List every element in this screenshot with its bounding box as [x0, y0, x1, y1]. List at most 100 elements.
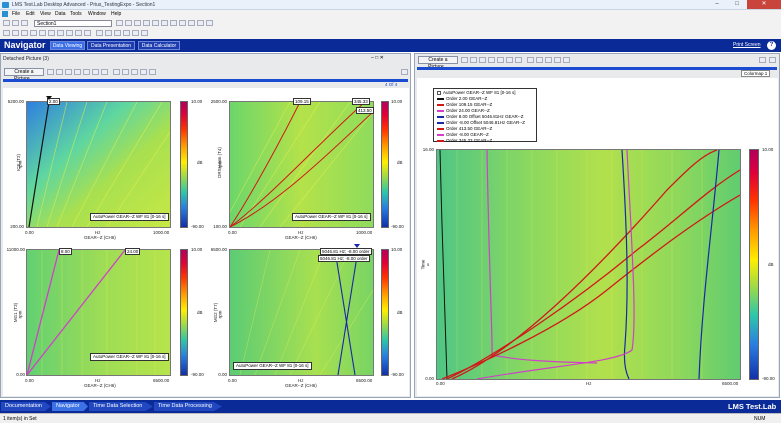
- tool-f-icon[interactable]: [48, 30, 55, 36]
- tool-l-icon[interactable]: [105, 30, 112, 36]
- rpic-tool-9-icon[interactable]: [536, 57, 543, 63]
- delete-icon[interactable]: [134, 20, 141, 26]
- legend-label: Order -8.00 GEAR--Z: [446, 132, 489, 137]
- print-icon[interactable]: [179, 20, 186, 26]
- close-window-button[interactable]: ✕: [747, 0, 781, 9]
- cursor-marker-icon[interactable]: [354, 244, 360, 248]
- spectrogram-drsh[interactable]: [229, 101, 374, 228]
- spectrogram-time[interactable]: [436, 149, 741, 380]
- cursor-tag-drsh-3[interactable]: 413.50: [356, 107, 374, 114]
- left-panel-window-controls[interactable]: – □ ✕: [371, 55, 384, 61]
- menu-edit[interactable]: Edit: [26, 11, 35, 17]
- tool-c-icon[interactable]: [21, 30, 28, 36]
- menu-file[interactable]: File: [12, 11, 20, 17]
- menu-help[interactable]: Help: [111, 11, 121, 17]
- cursor-tag-mg1-2[interactable]: 24.00: [125, 248, 141, 255]
- workflow-step-time-data-selection[interactable]: Time Data Selection: [89, 402, 153, 411]
- properties-icon[interactable]: [152, 20, 159, 26]
- tool-n-icon[interactable]: [123, 30, 130, 36]
- tool-a-icon[interactable]: [3, 30, 10, 36]
- legend-row[interactable]: Order 345.33 GEAR--Z: [437, 138, 492, 144]
- save-icon[interactable]: [21, 20, 28, 26]
- rpic-tool-8-icon[interactable]: [527, 57, 534, 63]
- tool-j-icon[interactable]: [84, 30, 91, 36]
- rpic-tool-2-icon[interactable]: [470, 57, 477, 63]
- rpic-tool-10-icon[interactable]: [545, 57, 552, 63]
- menu-tools[interactable]: Tools: [70, 11, 82, 17]
- rpic-tool-5-icon[interactable]: [497, 57, 504, 63]
- zoom-icon[interactable]: [197, 20, 204, 26]
- pic-tool-6-icon[interactable]: [92, 69, 99, 75]
- rpic-tool-12-icon[interactable]: [563, 57, 570, 63]
- rpic-tool-4-icon[interactable]: [488, 57, 495, 63]
- minimize-button[interactable]: –: [707, 0, 727, 9]
- tool-i-icon[interactable]: [75, 30, 82, 36]
- cursor-tag-drsh-1[interactable]: 109.15: [293, 98, 311, 105]
- help-icon[interactable]: [206, 20, 213, 26]
- menu-view[interactable]: View: [40, 11, 51, 17]
- create-picture-button-left[interactable]: Create a Picture...: [4, 68, 44, 82]
- move-icon[interactable]: [143, 20, 150, 26]
- section-combo[interactable]: Section1: [34, 20, 112, 27]
- rpic-layout-icon[interactable]: [759, 57, 766, 63]
- pic-tool-2-icon[interactable]: [56, 69, 63, 75]
- tool-m-icon[interactable]: [114, 30, 121, 36]
- cursor-tag-mg1-1[interactable]: 8.00: [59, 248, 72, 255]
- page-indicator[interactable]: 4 Of 4: [385, 82, 397, 87]
- spectrogram-mg2[interactable]: [229, 249, 374, 376]
- cursor-tag-drsh-2[interactable]: 345.33: [352, 98, 370, 105]
- rpic-tool-11-icon[interactable]: [554, 57, 561, 63]
- tool-e-icon[interactable]: [39, 30, 46, 36]
- table-icon[interactable]: [161, 20, 168, 26]
- create-picture-button-right[interactable]: Create a Picture...: [418, 56, 458, 70]
- menu-data[interactable]: Data: [55, 11, 66, 17]
- pic-tool-10-icon[interactable]: [131, 69, 138, 75]
- rpic-tool-3-icon[interactable]: [479, 57, 486, 63]
- pic-tool-7-icon[interactable]: [101, 69, 108, 75]
- rpic-menu-icon[interactable]: [769, 57, 776, 63]
- new-icon[interactable]: [3, 20, 10, 26]
- pic-tool-4-icon[interactable]: [74, 69, 81, 75]
- tool-d-icon[interactable]: [30, 30, 37, 36]
- pic-tool-11-icon[interactable]: [140, 69, 147, 75]
- colormap-selector[interactable]: Colormap 1: [741, 70, 771, 77]
- copy-icon[interactable]: [125, 20, 132, 26]
- pic-tool-5-icon[interactable]: [83, 69, 90, 75]
- workflow-step-documentation[interactable]: Documentation: [1, 402, 51, 411]
- tool-o-icon[interactable]: [132, 30, 139, 36]
- tab-data-presentation[interactable]: Data Presentation: [87, 41, 135, 50]
- tab-data-viewing[interactable]: Data Viewing: [50, 41, 85, 50]
- menu-window[interactable]: Window: [88, 11, 106, 17]
- pic-tool-8-icon[interactable]: [113, 69, 120, 75]
- pic-tool-1-icon[interactable]: [47, 69, 54, 75]
- legend-checkbox[interactable]: [437, 90, 441, 95]
- print-screen-link[interactable]: Print Screen: [733, 42, 761, 48]
- cursor-marker-icon[interactable]: [46, 96, 52, 100]
- rpic-tool-1-icon[interactable]: [461, 57, 468, 63]
- rpic-tool-7-icon[interactable]: [515, 57, 522, 63]
- maximize-button[interactable]: □: [727, 0, 747, 9]
- spectrogram-ice[interactable]: [26, 101, 171, 228]
- cursor-tag-mg2-2[interactable]: 5046.81 Hz; -8.00 order: [318, 255, 370, 262]
- pic-tool-3-icon[interactable]: [65, 69, 72, 75]
- tool-h-icon[interactable]: [66, 30, 73, 36]
- cut-icon[interactable]: [116, 20, 123, 26]
- tool-b-icon[interactable]: [12, 30, 19, 36]
- image-icon[interactable]: [170, 20, 177, 26]
- pic-tool-12-icon[interactable]: [149, 69, 156, 75]
- pic-menu-icon[interactable]: [401, 69, 408, 75]
- tool-g-icon[interactable]: [57, 30, 64, 36]
- workflow-step-time-data-processing[interactable]: Time Data Processing: [154, 402, 222, 411]
- xtick-right: 1000.00: [356, 230, 373, 235]
- rpic-tool-6-icon[interactable]: [506, 57, 513, 63]
- open-icon[interactable]: [12, 20, 19, 26]
- tool-p-icon[interactable]: [141, 30, 148, 36]
- help-circle-icon[interactable]: ?: [767, 41, 776, 50]
- cursor-tag-mg2-1[interactable]: 5046.81 Hz; -8.00 order: [320, 248, 372, 255]
- tab-data-calculator[interactable]: Data Calculator: [138, 41, 180, 50]
- tool-k-icon[interactable]: [96, 30, 103, 36]
- workflow-step-navigator[interactable]: Navigator: [52, 402, 88, 411]
- preview-icon[interactable]: [188, 20, 195, 26]
- pic-tool-9-icon[interactable]: [122, 69, 129, 75]
- colorbar-bottom: -90.00: [191, 372, 204, 377]
